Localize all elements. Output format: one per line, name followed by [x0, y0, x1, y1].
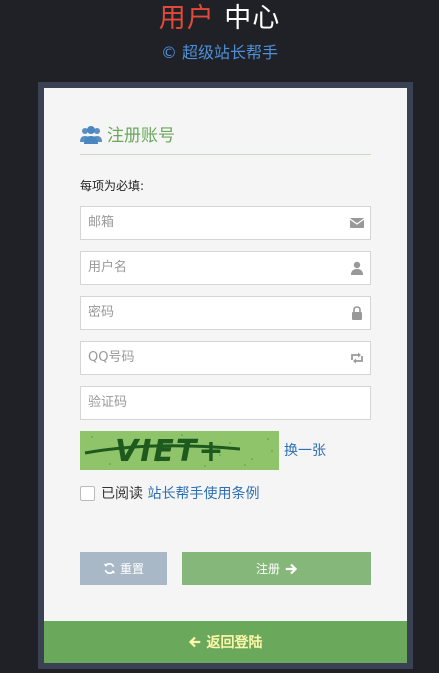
required-note: 每项为必填: [80, 179, 145, 193]
back-to-login-label: 返回登陆 [206, 635, 263, 651]
user-icon [351, 261, 363, 275]
agree-checkbox[interactable] [80, 486, 95, 501]
register-button[interactable]: 注册 [182, 552, 371, 585]
arrow-left-icon [188, 636, 200, 648]
refresh-icon [103, 563, 116, 574]
page-title: 用户 中心 [0, 2, 439, 36]
email-placeholder: 邮箱 [88, 215, 115, 230]
retweet-icon [351, 352, 363, 364]
reset-button[interactable]: 重置 [80, 552, 167, 585]
card-header: 注册账号 [80, 122, 371, 155]
page-subtitle: © 超级站长帮手 [160, 43, 279, 62]
title-part-center: 中心 [224, 3, 281, 34]
agree-label: 已阅读 站长帮手使用条例 [101, 484, 259, 504]
arrow-right-icon [285, 563, 297, 574]
captcha-graphic: VIET+ [80, 431, 279, 470]
back-to-login-button[interactable]: 返回登陆 [44, 621, 407, 663]
email-field[interactable]: 邮箱 [80, 206, 371, 240]
qq-field[interactable]: QQ号码 [80, 341, 371, 375]
agree-prefix: 已阅读 [101, 486, 143, 502]
lock-icon [352, 306, 362, 320]
password-field[interactable]: 密码 [80, 296, 371, 330]
qq-placeholder: QQ号码 [88, 350, 135, 365]
captcha-text: VIET+ [115, 434, 225, 469]
username-placeholder: 用户名 [88, 260, 128, 275]
captcha-placeholder: 验证码 [88, 395, 128, 410]
captcha-field[interactable]: 验证码 [80, 386, 371, 420]
title-part-user: 用户 [158, 3, 215, 34]
password-placeholder: 密码 [88, 305, 115, 320]
register-label: 注册 [255, 562, 280, 576]
terms-link[interactable]: 站长帮手使用条例 [147, 486, 259, 502]
reset-label: 重置 [119, 562, 144, 576]
users-icon [80, 126, 102, 144]
captcha-image[interactable]: VIET+ [80, 431, 279, 470]
username-field[interactable]: 用户名 [80, 251, 371, 285]
captcha-refresh-link[interactable]: 换一张 [284, 441, 326, 461]
card-title: 注册账号 [107, 126, 175, 146]
envelope-icon [349, 218, 365, 228]
